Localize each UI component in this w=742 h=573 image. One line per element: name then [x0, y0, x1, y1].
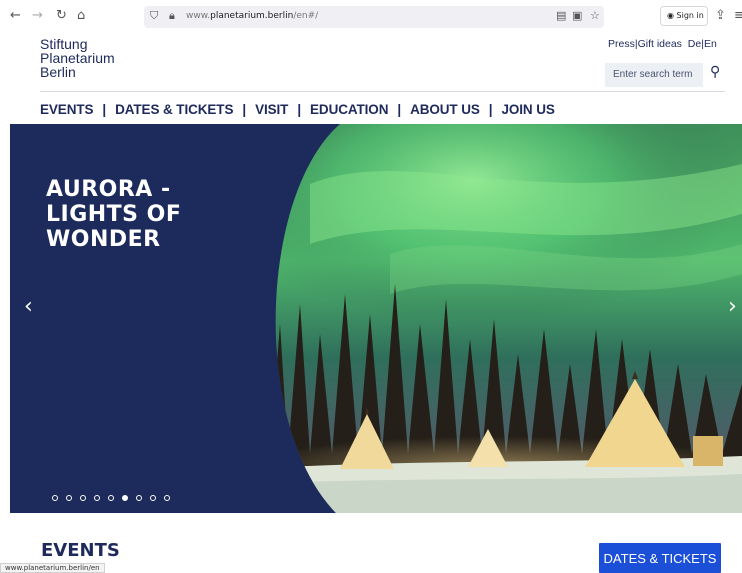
picture-in-picture-icon[interactable]: ▣ [572, 9, 582, 22]
hero-slider: AURORA - LIGHTS OF WONDER ‹ › [10, 124, 742, 513]
search-input[interactable]: Enter search term [605, 63, 703, 87]
main-navigation: EVENTS | DATES & TICKETS | VISIT | EDUCA… [40, 101, 555, 117]
account-icon: ◉ [667, 11, 674, 20]
reader-view-icon[interactable]: ▤ [556, 9, 566, 22]
chevron-left-icon[interactable]: ‹ [24, 294, 33, 319]
menu-icon[interactable]: ≡ [734, 8, 742, 24]
back-arrow-icon[interactable]: ← [10, 8, 21, 24]
nav-item-join-us[interactable]: JOIN US [501, 102, 554, 117]
chevron-right-icon[interactable]: › [728, 294, 737, 319]
nav-item-dates-tickets[interactable]: DATES & TICKETS [115, 102, 233, 117]
slide-indicators [52, 495, 170, 501]
sign-in-button[interactable]: ◉ Sign in [660, 6, 708, 26]
gift-ideas-link[interactable]: Gift ideas [638, 38, 682, 50]
bookmark-star-icon[interactable]: ☆ [590, 9, 600, 22]
forward-arrow-icon[interactable]: → [32, 8, 43, 24]
home-icon[interactable]: ⌂ [77, 8, 85, 24]
events-heading: EVENTS [41, 540, 120, 561]
nav-item-education[interactable]: EDUCATION [310, 102, 388, 117]
browser-toolbar: ← → ↻ ⌂ ⛉ 🔒︎ www.planetarium.berlin/en#/… [0, 0, 742, 32]
lang-en-link[interactable]: En [704, 38, 717, 50]
slide-dot[interactable] [136, 495, 142, 501]
search-icon[interactable]: ⚲ [710, 64, 720, 80]
slide-dot[interactable] [164, 495, 170, 501]
lang-de-link[interactable]: De [688, 38, 701, 50]
site-logo[interactable]: Stiftung Planetarium Berlin [40, 37, 115, 79]
slide-dot[interactable] [108, 495, 114, 501]
status-bar-url: www.planetarium.berlin/en [0, 563, 105, 573]
address-bar[interactable]: ⛉ 🔒︎ www.planetarium.berlin/en#/ ▤ ▣ ☆ [144, 6, 604, 28]
slide-dot[interactable] [80, 495, 86, 501]
extensions-icon[interactable]: ⇪ [715, 8, 726, 24]
slide-dot[interactable] [52, 495, 58, 501]
slide-dot[interactable] [122, 495, 128, 501]
slide-dot[interactable] [66, 495, 72, 501]
reload-icon[interactable]: ↻ [56, 8, 67, 24]
hero-title: AURORA - LIGHTS OF WONDER [46, 177, 182, 252]
nav-item-events[interactable]: EVENTS [40, 102, 94, 117]
shield-icon[interactable]: ⛉ [150, 9, 158, 23]
dates-tickets-button[interactable]: DATES & TICKETS [599, 543, 721, 573]
utility-links: Press|Gift ideas De|En [608, 38, 717, 50]
nav-item-about-us[interactable]: ABOUT US [410, 102, 480, 117]
slide-dot[interactable] [150, 495, 156, 501]
slide-dot[interactable] [94, 495, 100, 501]
lock-icon[interactable]: 🔒︎ [169, 9, 175, 23]
url-text[interactable]: www.planetarium.berlin/en#/ [186, 11, 318, 21]
nav-item-visit[interactable]: VISIT [255, 102, 288, 117]
header-divider [40, 91, 725, 92]
press-link[interactable]: Press [608, 38, 635, 50]
